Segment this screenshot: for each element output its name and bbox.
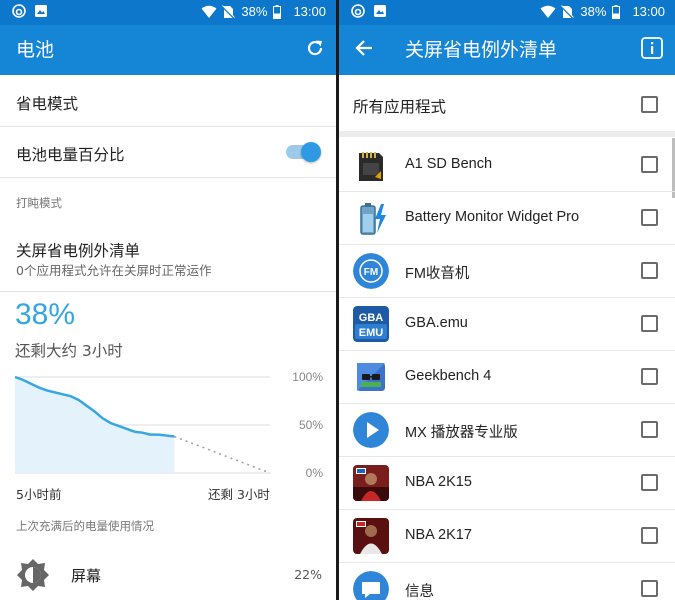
info-button[interactable] xyxy=(639,37,665,63)
app-name: 信息 xyxy=(405,584,434,600)
app-name: A1 SD Bench xyxy=(405,156,493,172)
exceptions-subtitle: 0个应用程式允许在关屏时正常运作 xyxy=(16,263,212,278)
gba-icon-text-top: GBA xyxy=(359,312,384,324)
usage-item-screen[interactable]: 屏幕 22% xyxy=(0,548,336,600)
battery-monitor-icon xyxy=(353,200,389,236)
all-apps-checkbox[interactable] xyxy=(641,96,658,113)
chart-y-tick-label: 100% xyxy=(292,370,323,384)
clock-text: 13:00 xyxy=(293,4,326,19)
app-checkbox[interactable] xyxy=(641,156,658,173)
list-item[interactable]: A1 SD Bench xyxy=(339,139,675,192)
app-name: Battery Monitor Widget Pro xyxy=(405,209,580,225)
chart-x-start-label: 5小时前 xyxy=(16,487,62,502)
app-notification-icon xyxy=(12,4,26,18)
app-notification-icon xyxy=(351,4,365,18)
list-item[interactable]: NBA 2K17 xyxy=(339,510,675,563)
chart-projection-line xyxy=(174,435,271,474)
app-checkbox[interactable] xyxy=(641,209,658,226)
fm-icon-text: FM xyxy=(364,267,378,278)
app-checkbox[interactable] xyxy=(641,527,658,544)
app-name: MX 播放器专业版 xyxy=(405,425,518,441)
all-apps-row[interactable]: 所有应用程式 xyxy=(339,75,675,137)
app-name: FM收音机 xyxy=(405,266,470,282)
battery-settings-screen: 38% 13:00 电池 省电模式 电池电量百分比 打盹模式 关屏省电例外清单 … xyxy=(0,0,336,600)
image-notification-icon xyxy=(34,4,48,18)
clock-text: 13:00 xyxy=(632,4,665,19)
app-name: GBA.emu xyxy=(405,315,468,331)
info-icon xyxy=(641,37,663,63)
list-item[interactable]: MX 播放器专业版 xyxy=(339,404,675,457)
app-checkbox[interactable] xyxy=(641,368,658,385)
gba-emu-icon: GBA EMU xyxy=(353,306,389,342)
battery-percent-text: 38% xyxy=(580,4,607,19)
app-name: NBA 2K15 xyxy=(405,474,472,490)
all-apps-label: 所有应用程式 xyxy=(353,98,447,116)
gba-icon-text-bottom: EMU xyxy=(359,327,384,339)
sd-card-icon xyxy=(353,147,389,183)
list-item[interactable]: 信息 xyxy=(339,563,675,600)
list-item[interactable]: FM FM收音机 xyxy=(339,245,675,298)
time-remaining: 还剩大约 3小时 xyxy=(15,342,123,360)
list-item[interactable]: Battery Monitor Widget Pro xyxy=(339,192,675,245)
chart-x-end-label: 还剩 3小时 xyxy=(208,487,270,502)
battery-percentage-toggle[interactable] xyxy=(286,142,321,162)
app-checkbox[interactable] xyxy=(641,262,658,279)
app-name: NBA 2K17 xyxy=(405,527,472,543)
status-bar: 38% 13:00 xyxy=(339,0,675,25)
app-checkbox[interactable] xyxy=(641,421,658,438)
page-title: 电池 xyxy=(16,39,55,61)
brightness-icon xyxy=(16,558,50,596)
refresh-icon xyxy=(305,38,325,62)
back-arrow-icon xyxy=(355,39,373,61)
exceptions-list-item[interactable]: 关屏省电例外清单 0个应用程式允许在关屏时正常运作 xyxy=(0,228,336,292)
page-title: 关屏省电例外清单 xyxy=(405,39,558,61)
nba2k17-icon xyxy=(353,518,389,554)
mx-player-icon xyxy=(353,412,389,448)
app-checkbox[interactable] xyxy=(641,580,658,597)
image-notification-icon xyxy=(373,4,387,18)
usage-item-name: 屏幕 xyxy=(71,567,102,585)
usage-item-percent: 22% xyxy=(294,567,322,582)
battery-icon xyxy=(612,5,626,19)
wifi-icon xyxy=(540,5,556,19)
status-bar: 38% 13:00 xyxy=(0,0,336,25)
battery-level-percent: 38% xyxy=(15,298,76,331)
back-button[interactable] xyxy=(351,37,377,63)
exceptions-list-screen: 38% 13:00 关屏省电例外清单 所有应用程式 A1 SD Bench Ba… xyxy=(339,0,675,600)
exceptions-title: 关屏省电例外清单 xyxy=(16,242,141,260)
app-name: Geekbench 4 xyxy=(405,368,492,384)
battery-percent-text: 38% xyxy=(241,4,268,19)
wifi-icon xyxy=(201,5,217,19)
battery-percentage-label: 电池电量百分比 xyxy=(16,146,125,164)
battery-icon xyxy=(273,5,287,19)
battery-saver-label: 省电模式 xyxy=(16,95,79,113)
geekbench-icon xyxy=(353,359,389,395)
nba2k15-icon xyxy=(353,465,389,501)
no-sim-icon xyxy=(560,5,575,19)
app-bar: 关屏省电例外清单 xyxy=(339,25,675,75)
list-item[interactable]: GBA EMU GBA.emu xyxy=(339,298,675,351)
chart-y-tick-label: 0% xyxy=(306,466,324,480)
list-item[interactable]: NBA 2K15 xyxy=(339,457,675,510)
app-bar: 电池 xyxy=(0,25,336,75)
app-checkbox[interactable] xyxy=(641,315,658,332)
battery-percentage-item[interactable]: 电池电量百分比 xyxy=(0,127,336,178)
doze-section-label: 打盹模式 xyxy=(16,196,62,210)
messages-icon xyxy=(353,571,389,600)
chart-y-tick-label: 50% xyxy=(299,418,323,432)
no-sim-icon xyxy=(221,5,236,19)
list-item[interactable]: Geekbench 4 xyxy=(339,351,675,404)
app-checkbox[interactable] xyxy=(641,474,658,491)
fm-radio-icon: FM xyxy=(353,253,389,289)
battery-saver-item[interactable]: 省电模式 xyxy=(0,75,336,127)
refresh-button[interactable] xyxy=(302,37,328,63)
usage-section-label: 上次充满后的电量使用情况 xyxy=(16,519,154,533)
